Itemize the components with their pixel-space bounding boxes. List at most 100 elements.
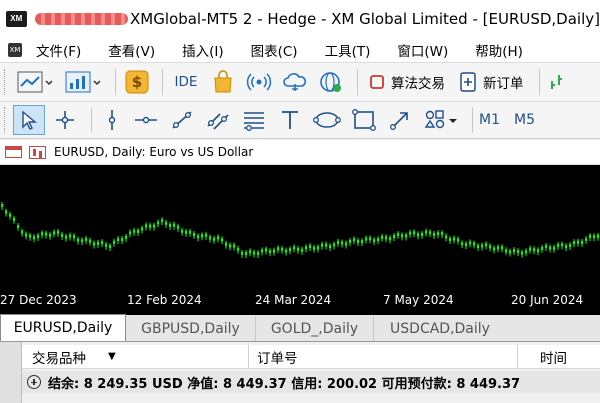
candle-body xyxy=(61,233,63,237)
indicators-button[interactable] xyxy=(61,67,105,97)
candle-body xyxy=(561,243,563,247)
rectangle-tool[interactable] xyxy=(348,105,380,135)
trend-line-icon xyxy=(172,111,192,129)
candle-body xyxy=(489,245,491,249)
expand-plus-icon[interactable] xyxy=(27,375,41,389)
menu-tools[interactable]: 工具(T) xyxy=(325,40,371,60)
menu-app-icon[interactable]: XM xyxy=(8,42,22,57)
x-tick-label: 24 Mar 2024 xyxy=(255,293,332,307)
shop-button[interactable] xyxy=(207,67,239,97)
candle-body xyxy=(241,251,243,255)
signals-button[interactable] xyxy=(243,67,275,97)
more-objects-tool[interactable] xyxy=(420,105,462,135)
candle-body xyxy=(221,238,223,242)
column-time[interactable]: 时间 xyxy=(540,347,567,367)
candle-body xyxy=(97,241,99,245)
column-symbol[interactable]: 交易品种 ▼ xyxy=(32,347,248,367)
column-ticket[interactable]: 订单号 xyxy=(257,347,517,367)
toolbar-separator xyxy=(538,69,540,95)
ide-label: IDE xyxy=(174,74,198,90)
candle-body xyxy=(205,233,207,237)
trade-table-header: 交易品种 ▼ 订单号 时间 xyxy=(22,344,600,369)
candle-body xyxy=(153,224,155,228)
shapes-tool[interactable] xyxy=(310,105,344,135)
menu-insert[interactable]: 插入(I) xyxy=(182,40,224,60)
channel-tool[interactable] xyxy=(202,105,234,135)
candle-body xyxy=(397,233,399,237)
candle-body xyxy=(37,234,39,238)
horizontal-line-icon xyxy=(135,116,157,124)
candle-body xyxy=(9,213,11,217)
toolbar-grip[interactable] xyxy=(4,69,7,95)
text-tool[interactable] xyxy=(274,105,306,135)
dollar-icon: $ xyxy=(125,70,149,94)
candle-body xyxy=(197,235,199,239)
candle-body xyxy=(485,243,487,247)
candle-body xyxy=(329,245,331,249)
menu-view[interactable]: 查看(V) xyxy=(108,40,155,60)
candle-body xyxy=(445,235,447,239)
arrow-tool[interactable] xyxy=(384,105,416,135)
candle-body xyxy=(181,229,183,233)
column-divider[interactable] xyxy=(517,344,518,369)
candle-body xyxy=(537,249,539,253)
candle-body xyxy=(317,246,319,250)
horizontal-line-tool[interactable] xyxy=(130,105,162,135)
title-bar: XM XMGlobal-MT5 2 - Hedge - XM Global Li… xyxy=(0,0,600,37)
chart-header: EURUSD, Daily: Euro vs US Dollar xyxy=(0,140,600,165)
candle-body xyxy=(517,250,519,254)
menu-help[interactable]: 帮助(H) xyxy=(475,40,523,60)
chart-bars-icon[interactable] xyxy=(29,145,46,159)
menu-window[interactable]: 窗口(W) xyxy=(397,40,448,60)
chart-window-icon[interactable] xyxy=(5,146,22,158)
candle-body xyxy=(557,243,559,247)
menu-file[interactable]: 文件(F) xyxy=(36,40,81,60)
balance-row[interactable]: 结余: 8 249.35 USD 净值: 8 449.37 信用: 200.02… xyxy=(22,371,600,393)
candle-body xyxy=(57,230,59,234)
toolbar-grip[interactable] xyxy=(4,107,7,133)
menu-charts[interactable]: 图表(C) xyxy=(251,40,298,60)
candle-body xyxy=(533,248,535,252)
toolbox-sidebar[interactable] xyxy=(0,342,22,403)
community-button[interactable] xyxy=(315,67,347,97)
candle-body xyxy=(161,219,163,223)
column-divider[interactable] xyxy=(248,344,249,369)
vps-button[interactable] xyxy=(279,67,311,97)
new-order-button[interactable]: 新订单 xyxy=(454,67,529,97)
candle-body xyxy=(13,217,15,221)
cursor-tool[interactable] xyxy=(13,105,45,135)
fibonacci-tool[interactable] xyxy=(238,105,270,135)
tab-eurusd[interactable]: EURUSD,Daily xyxy=(0,314,126,341)
chart-line-icon xyxy=(17,71,53,93)
candle-body xyxy=(473,242,475,246)
candle-body xyxy=(389,237,391,241)
cloud-icon xyxy=(283,73,306,91)
tab-gold[interactable]: GOLD_,Daily xyxy=(256,316,374,341)
globe-icon xyxy=(320,72,341,92)
algo-trading-button[interactable]: 算法交易 xyxy=(364,67,450,97)
trend-line-tool[interactable] xyxy=(166,105,198,135)
candle-body xyxy=(41,232,43,236)
chart-type-button[interactable] xyxy=(13,67,57,97)
candle-body xyxy=(29,234,31,238)
tab-gbpusd[interactable]: GBPUSD,Daily xyxy=(126,316,256,341)
timeframe-m5[interactable]: M5 xyxy=(514,112,535,128)
price-chart[interactable]: 27 Dec 2023 12 Feb 2024 24 Mar 2024 7 Ma… xyxy=(0,165,600,315)
vertical-line-tool[interactable] xyxy=(98,105,126,135)
candle-body xyxy=(325,243,327,247)
timeframe-m1[interactable]: M1 xyxy=(479,112,500,128)
candle-body xyxy=(5,210,7,214)
broadcast-icon xyxy=(246,73,272,91)
candle-body xyxy=(225,242,227,246)
candle-body xyxy=(597,234,599,238)
toolbar-separator xyxy=(472,107,473,133)
depth-of-market-button[interactable] xyxy=(546,67,572,97)
crosshair-tool[interactable] xyxy=(49,105,81,135)
market-button[interactable]: $ xyxy=(122,67,152,97)
candle-body xyxy=(149,224,151,228)
toolbar-separator xyxy=(91,107,92,133)
standard-toolbar: $ IDE 算法交易 新订单 xyxy=(0,62,600,101)
tab-usdcad[interactable]: USDCAD,Daily xyxy=(374,316,506,341)
candle-body xyxy=(373,239,375,243)
ide-button[interactable]: IDE xyxy=(169,67,203,97)
